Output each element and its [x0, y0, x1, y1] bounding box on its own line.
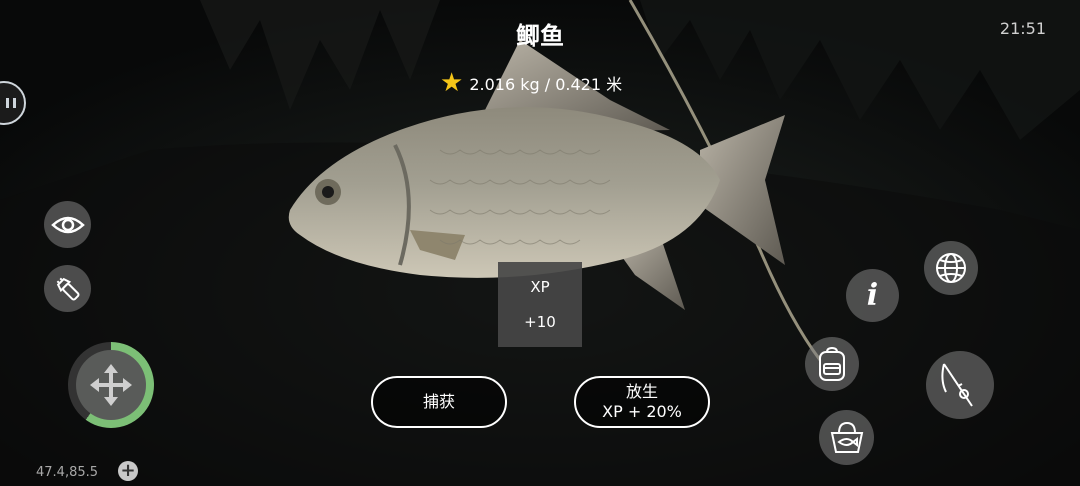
game-scene: 鲫鱼 21:51 ★ 2.016 kg / 0.421 米 47.4,85.5 … — [0, 0, 1080, 486]
movement-joystick[interactable] — [68, 342, 154, 428]
fish-stats: ★ 2.016 kg / 0.421 米 — [440, 70, 622, 96]
pause-icon — [6, 98, 16, 108]
keepnet-basket-button[interactable] — [819, 410, 874, 465]
add-button[interactable]: + — [118, 461, 138, 481]
release-button[interactable]: 放生 XP + 20% — [574, 376, 710, 428]
plus-icon: + — [120, 460, 136, 481]
info-button[interactable]: i — [846, 269, 899, 322]
info-icon: i — [866, 278, 879, 313]
xp-popup: XP +10 — [498, 262, 582, 347]
fishing-rod-icon — [941, 363, 973, 407]
move-arrows-icon — [90, 364, 132, 406]
flashlight-icon — [56, 277, 79, 300]
xp-value: +10 — [524, 312, 556, 331]
joystick-knob[interactable] — [76, 350, 146, 420]
backpack-icon — [819, 346, 845, 381]
catch-button-label: 捕获 — [422, 392, 455, 411]
view-toggle-button[interactable] — [44, 201, 91, 248]
catch-button[interactable]: 捕获 — [371, 376, 507, 428]
weight-length-text: 2.016 kg / 0.421 米 — [469, 75, 623, 94]
fishing-rod-button[interactable] — [926, 351, 994, 419]
clock-time: 21:51 — [999, 19, 1046, 38]
release-bonus-text: XP + 20% — [602, 402, 682, 421]
star-icon: ★ — [440, 68, 464, 98]
coordinates-readout: 47.4,85.5 — [36, 465, 99, 480]
globe-icon — [936, 253, 966, 283]
keepnet-basket-icon — [830, 421, 863, 453]
fish-name-title: 鲫鱼 — [516, 22, 564, 50]
map-globe-button[interactable] — [924, 241, 978, 295]
flashlight-button[interactable] — [44, 265, 91, 312]
eye-icon — [50, 216, 85, 233]
release-button-label: 放生 — [625, 382, 658, 401]
xp-label: XP — [530, 278, 550, 297]
backpack-button[interactable] — [805, 337, 859, 391]
